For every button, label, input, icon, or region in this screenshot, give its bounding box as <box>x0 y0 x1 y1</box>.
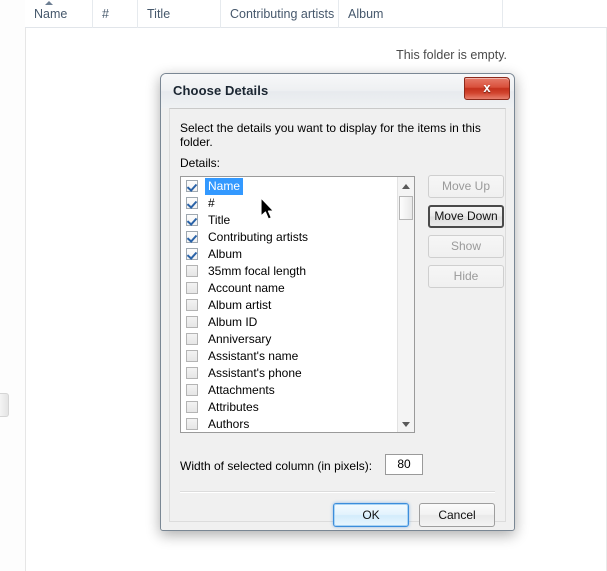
details-list-item-label: Anniversary <box>208 332 272 346</box>
details-list-item-label: # <box>208 196 215 210</box>
checkbox-checked-icon[interactable] <box>186 180 198 192</box>
scroll-down-arrow-icon[interactable] <box>398 415 414 432</box>
column-width-row: Width of selected column (in pixels): 80 <box>180 454 495 480</box>
dialog-title: Choose Details <box>173 83 269 98</box>
details-list-item-label: Album artist <box>208 298 272 312</box>
details-list-item-label: 35mm focal length <box>208 264 307 278</box>
details-list-items: Name # Title Contributing artists Album 35mm … <box>181 177 397 432</box>
dialog-inner-frame: Select the details you want to display f… <box>169 108 506 527</box>
checkbox-checked-icon[interactable] <box>186 197 198 209</box>
move-down-button[interactable]: Move Down <box>428 205 504 228</box>
checkbox-unchecked-icon[interactable] <box>186 350 198 362</box>
details-list-item-label: Attributes <box>208 400 259 414</box>
close-icon: x <box>483 80 491 95</box>
details-list-item[interactable]: Assistant's phone <box>181 365 397 382</box>
checkbox-checked-icon[interactable] <box>186 248 198 260</box>
details-list-item-label: Album <box>208 247 243 261</box>
details-list-item[interactable]: Contributing artists <box>181 229 397 246</box>
dialog-instruction-text: Select the details you want to display f… <box>180 121 481 149</box>
details-list-item-label: Account name <box>208 281 285 295</box>
column-width-label: Width of selected column (in pixels): <box>180 459 373 473</box>
details-list-item[interactable]: Attachments <box>181 382 397 399</box>
checkbox-unchecked-icon[interactable] <box>186 367 198 379</box>
details-list-item-label: Attachments <box>208 383 275 397</box>
details-list-item[interactable]: Title <box>181 212 397 229</box>
details-list-item[interactable]: Album ID <box>181 314 397 331</box>
details-list-item-label: Name <box>205 178 244 195</box>
column-header-track-number-label: # <box>102 7 109 21</box>
checkbox-unchecked-icon[interactable] <box>186 418 198 430</box>
close-button[interactable]: x <box>464 77 510 100</box>
details-list-item[interactable]: Attributes <box>181 399 397 416</box>
details-list-item-label: Title <box>208 213 231 227</box>
dialog-title-bar[interactable]: Choose Details x <box>161 74 514 108</box>
checkbox-unchecked-icon[interactable] <box>186 265 198 277</box>
checkbox-checked-icon[interactable] <box>186 231 198 243</box>
details-list-scrollbar[interactable] <box>397 177 414 432</box>
show-button: Show <box>428 235 504 258</box>
column-header-bar: Name # Title Contributing artists Album <box>25 0 607 28</box>
details-list-item-label: Assistant's name <box>208 349 299 363</box>
details-list-item[interactable]: Album artist <box>181 297 397 314</box>
details-list-label: Details: <box>180 156 221 170</box>
details-listbox[interactable]: Name # Title Contributing artists Album 35mm … <box>180 176 415 433</box>
checkbox-unchecked-icon[interactable] <box>186 401 198 413</box>
dialog-body: Select the details you want to display f… <box>161 108 514 530</box>
column-header-album-label: Album <box>348 7 384 21</box>
details-list-item-label: Album ID <box>208 315 258 329</box>
details-list-item[interactable]: 35mm focal length <box>181 263 397 280</box>
column-header-track-number[interactable]: # <box>92 0 137 28</box>
cancel-button[interactable]: Cancel <box>419 503 495 527</box>
scrollbar-thumb[interactable] <box>399 196 413 220</box>
checkbox-unchecked-icon[interactable] <box>186 384 198 396</box>
column-width-input[interactable]: 80 <box>385 454 423 475</box>
column-header-album[interactable]: Album <box>338 0 502 28</box>
column-header-empty-spacer[interactable] <box>502 0 607 28</box>
checkbox-unchecked-icon[interactable] <box>186 333 198 345</box>
checkbox-checked-icon[interactable] <box>186 214 198 226</box>
details-list-item-label: Authors <box>208 417 250 431</box>
checkbox-unchecked-icon[interactable] <box>186 299 198 311</box>
details-list-item[interactable]: Account name <box>181 280 397 297</box>
checkbox-unchecked-icon[interactable] <box>186 282 198 294</box>
choose-details-dialog: Choose Details x Select the details you … <box>160 73 515 531</box>
checkbox-unchecked-icon[interactable] <box>186 316 198 328</box>
details-list-item[interactable]: Name <box>181 178 397 195</box>
details-list-item-label: Contributing artists <box>208 230 309 244</box>
hide-button: Hide <box>428 265 504 288</box>
folder-empty-message: This folder is empty. <box>396 48 507 62</box>
navigation-pane-gutter <box>0 0 26 571</box>
column-header-name-label: Name <box>34 7 68 21</box>
dialog-footer-buttons: OK Cancel <box>333 503 495 527</box>
details-list-item[interactable]: Anniversary <box>181 331 397 348</box>
column-header-title[interactable]: Title <box>137 0 220 28</box>
column-header-contributing-artists-label: Contributing artists <box>230 7 335 21</box>
column-header-name[interactable]: Name <box>25 0 92 28</box>
column-header-contributing-artists[interactable]: Contributing artists <box>220 0 338 28</box>
details-list-item[interactable]: # <box>181 195 397 212</box>
details-list-item-label: Assistant's phone <box>208 366 302 380</box>
column-header-title-label: Title <box>147 7 171 21</box>
details-list-item[interactable]: Assistant's name <box>181 348 397 365</box>
details-list-item[interactable]: Authors <box>181 416 397 432</box>
move-up-button: Move Up <box>428 175 504 198</box>
details-action-buttons: Move Up Move Down Show Hide <box>428 175 504 295</box>
footer-divider <box>180 491 495 493</box>
ok-button[interactable]: OK <box>333 503 409 527</box>
scroll-up-arrow-icon[interactable] <box>398 177 414 194</box>
details-list-item[interactable]: Album <box>181 246 397 263</box>
navigation-pane-collapse-handle[interactable] <box>0 393 9 417</box>
